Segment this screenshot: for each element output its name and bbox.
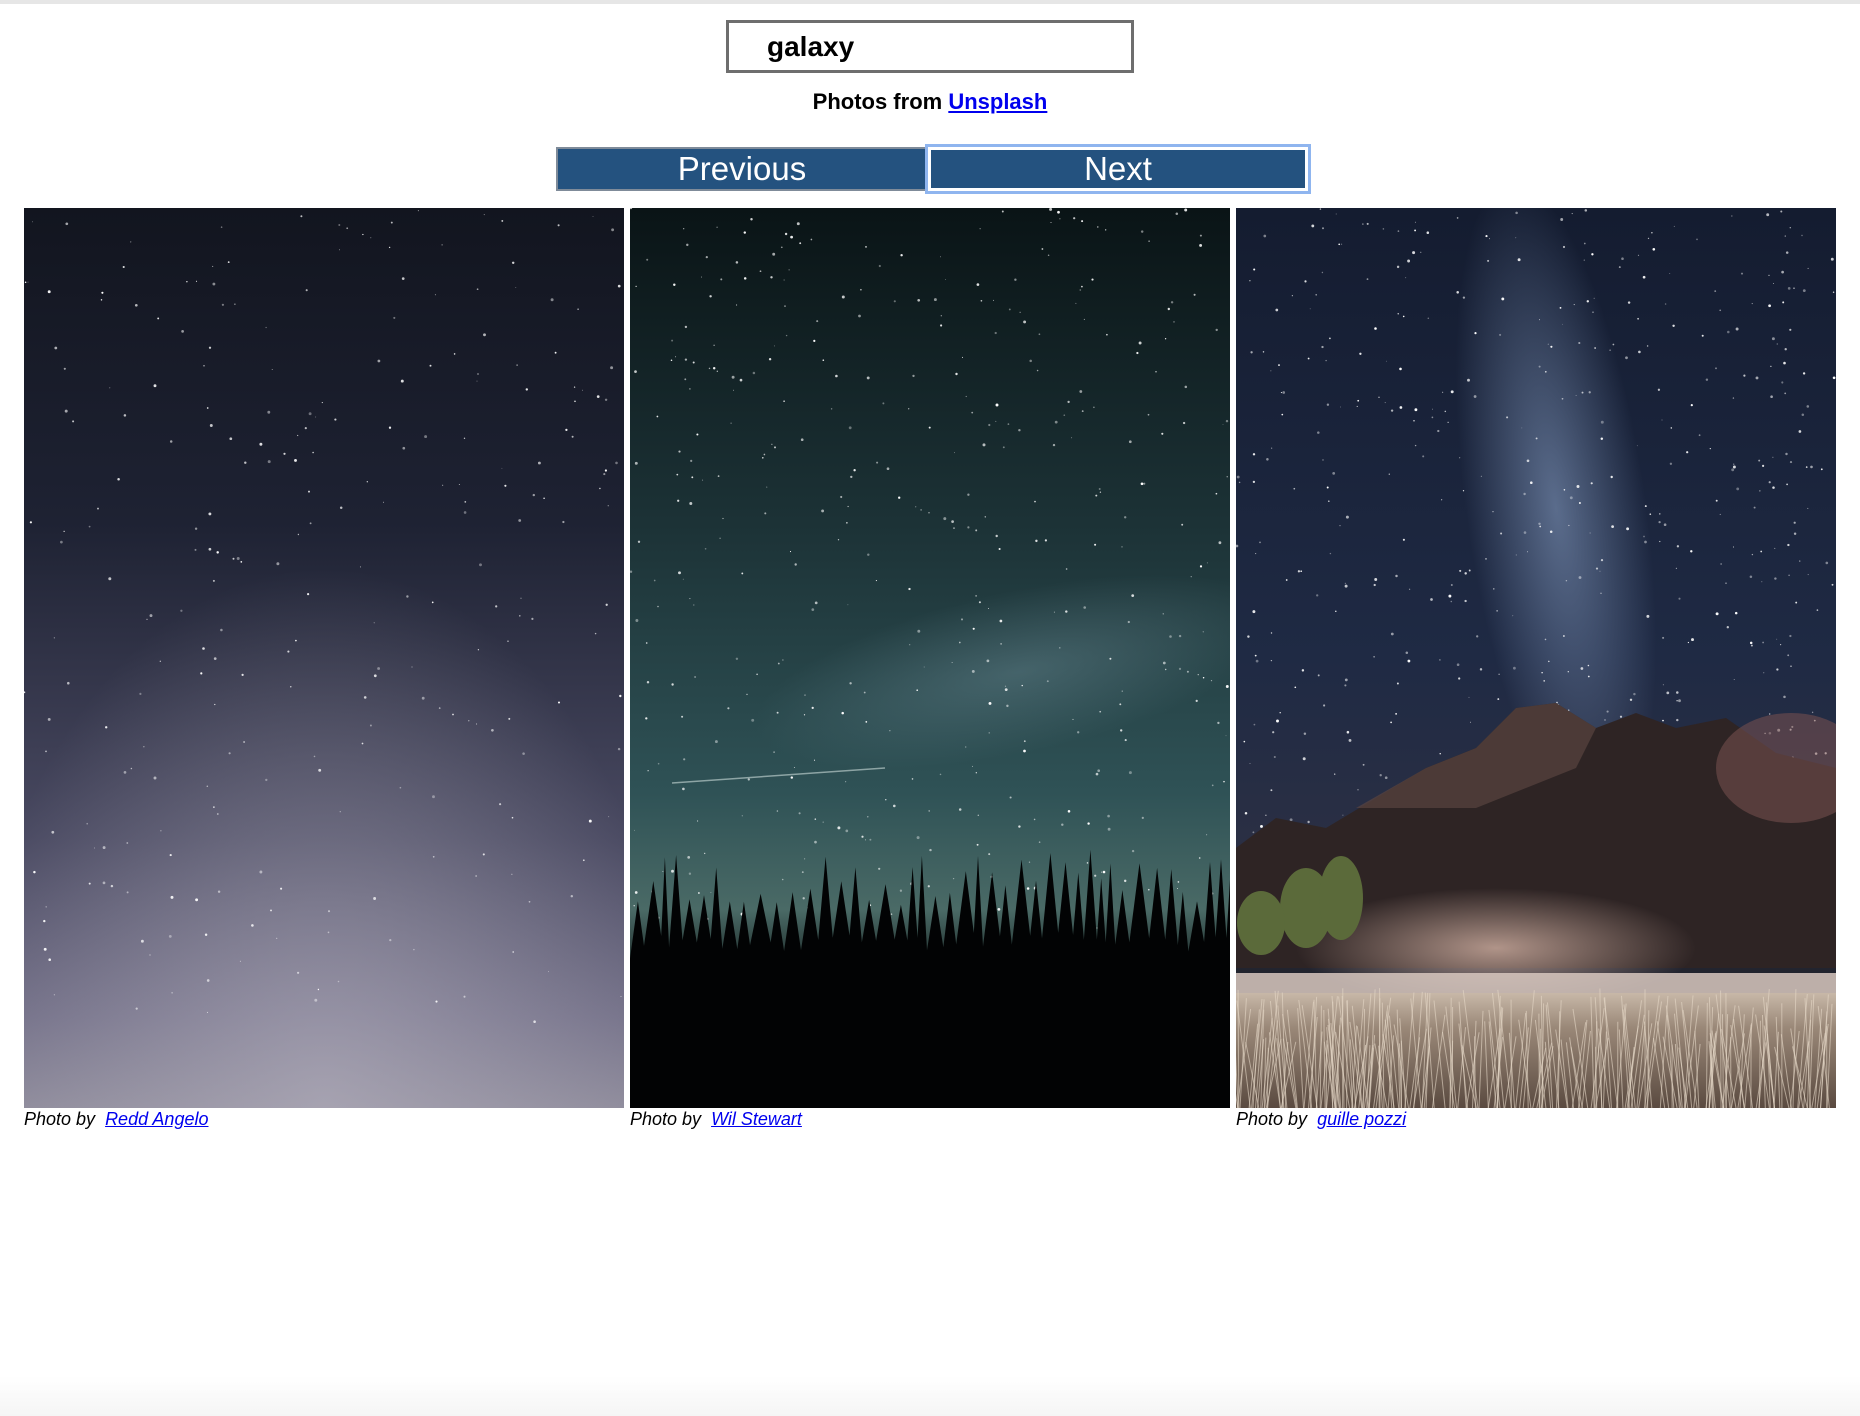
photo-caption: Photo by Redd Angelo (24, 1109, 624, 1130)
caption-prefix: Photo by (1236, 1109, 1318, 1129)
photo-card: Photo by guille pozzi (1236, 208, 1836, 1130)
search-input[interactable] (726, 20, 1134, 73)
author-link[interactable]: Wil Stewart (711, 1109, 802, 1129)
attribution-line: Photos from Unsplash (0, 89, 1860, 115)
author-link[interactable]: Redd Angelo (105, 1109, 208, 1129)
bottom-fade (0, 1376, 1860, 1416)
previous-button[interactable]: Previous (556, 147, 928, 191)
photo-image[interactable] (1236, 208, 1836, 1108)
photo-card: Photo by Wil Stewart (630, 208, 1230, 1130)
unsplash-link[interactable]: Unsplash (948, 89, 1047, 114)
attribution-prefix: Photos from (812, 89, 949, 114)
author-link[interactable]: guille pozzi (1317, 1109, 1406, 1129)
caption-prefix: Photo by (630, 1109, 712, 1129)
photo-card: Photo by Redd Angelo (24, 208, 624, 1130)
photo-caption: Photo by Wil Stewart (630, 1109, 1230, 1130)
next-button[interactable]: Next (925, 144, 1311, 194)
photo-image[interactable] (24, 208, 624, 1108)
caption-prefix: Photo by (24, 1109, 106, 1129)
photo-caption: Photo by guille pozzi (1236, 1109, 1836, 1130)
photo-image[interactable] (630, 208, 1230, 1108)
starry-sky-image (24, 208, 624, 1108)
forest-night-sky-image (630, 208, 1230, 1108)
milky-way-mountain-image (1236, 208, 1836, 1108)
page: Photos from Unsplash Previous Next (0, 0, 1860, 1416)
top-divider (0, 0, 1860, 4)
